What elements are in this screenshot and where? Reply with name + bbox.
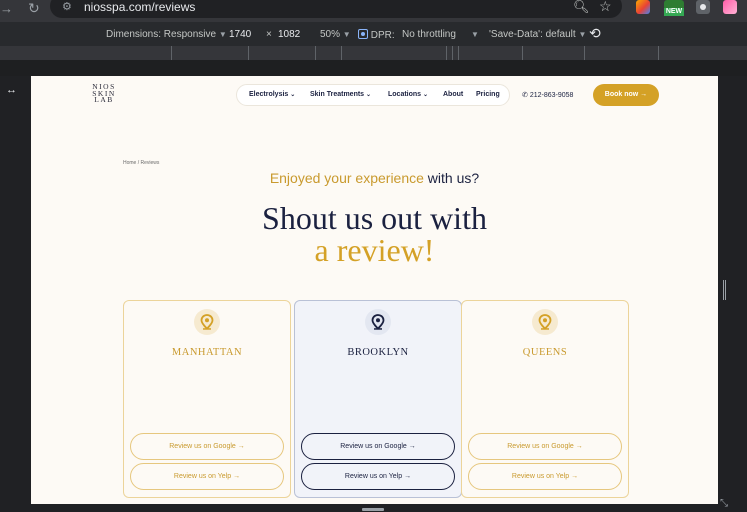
chevron-down-icon: ⌄ [290, 92, 296, 98]
url-text[interactable]: niosspa.com/reviews [84, 0, 195, 14]
review-yelp-button[interactable]: Review us on Yelp → [130, 463, 284, 490]
page-title-line2: a review! [314, 232, 435, 268]
caret-down-icon: ▼ [578, 30, 587, 39]
nav-electrolysis[interactable]: Electrolysis ⌄ [249, 91, 295, 98]
review-google-button[interactable]: Review us on Google → [301, 433, 455, 460]
forward-arrow-icon[interactable]: → [0, 1, 13, 16]
main-nav: Electrolysis ⌄ Skin Treatments ⌄ Locatio… [236, 84, 510, 106]
caret-down-icon: ▼ [342, 30, 351, 39]
dpr-icon [358, 29, 368, 39]
zoom-icon[interactable]: 🔍︎ [573, 0, 590, 15]
logo-line: LAB [94, 95, 114, 104]
site-info-icon[interactable]: ⚙ [62, 0, 72, 13]
times-symbol: × [266, 29, 272, 40]
omnibox[interactable]: ⚙ niosspa.com/reviews 🔍︎ ☆ [50, 0, 622, 18]
breadcrumb[interactable]: Home / Reviews [123, 160, 159, 166]
dpr-control[interactable]: DPR: [358, 29, 395, 41]
extension-icon[interactable] [723, 0, 737, 14]
resize-horizontal-icon[interactable]: ↔ [6, 84, 17, 96]
rotate-icon[interactable]: ⟲ [589, 25, 601, 42]
dimensions-label: Dimensions: Responsive [106, 29, 217, 40]
location-card-queens: QUEENS Review us on Google → Review us o… [461, 300, 629, 498]
location-card-manhattan: MANHATTAN Review us on Google → Review u… [123, 300, 291, 498]
ruler-tick [522, 46, 523, 60]
throttling-select[interactable]: No throttling [402, 29, 456, 40]
dpr-label: DPR: [370, 30, 395, 41]
book-now-button[interactable]: Book now → [593, 84, 659, 106]
review-google-button[interactable]: Review us on Google → [468, 433, 622, 460]
resize-handle-right[interactable] [723, 280, 726, 300]
phone-icon: ✆ [522, 92, 528, 99]
ruler-tick [171, 46, 172, 60]
height-input[interactable]: 1082 [278, 29, 300, 40]
save-data-label: 'Save-Data': default [489, 29, 576, 40]
ruler-tick [341, 46, 342, 60]
review-yelp-button[interactable]: Review us on Yelp → [468, 463, 622, 490]
resize-handle-bottom[interactable] [362, 508, 384, 511]
ruler-tick [658, 46, 659, 60]
city-name: BROOKLYN [347, 347, 409, 358]
page-kicker: Enjoyed your experience with us? [31, 170, 718, 186]
dimensions-select[interactable]: Dimensions: Responsive ▼ [106, 29, 227, 40]
browser-address-bar: → ↻ ⚙ niosspa.com/reviews 🔍︎ ☆ NEW [0, 0, 747, 22]
phone-link[interactable]: ✆ 212-863-9058 [522, 91, 573, 99]
extension-icon[interactable] [696, 0, 710, 14]
reload-icon[interactable]: ↻ [28, 0, 40, 17]
ruler-tick [584, 46, 585, 60]
location-card-brooklyn: BROOKLYN Review us on Google → Review us… [294, 300, 462, 498]
city-name: QUEENS [522, 347, 568, 358]
review-yelp-button[interactable]: Review us on Yelp → [301, 463, 455, 490]
nios-logo[interactable]: NIOS SKIN LAB [89, 83, 119, 104]
location-pin-icon [365, 309, 391, 335]
location-pin-icon [532, 309, 558, 335]
ruler-tick [446, 46, 447, 60]
new-badge: NEW [664, 8, 684, 16]
save-data-select[interactable]: 'Save-Data': default ▼ [489, 29, 586, 40]
location-pin-icon [194, 309, 220, 335]
zoom-value: 50% [320, 29, 341, 40]
device-toolbar: Dimensions: Responsive ▼ 1740 × 1082 50%… [0, 22, 747, 46]
devtools-gutter [0, 60, 747, 76]
media-query-ruler[interactable] [0, 46, 747, 60]
width-input[interactable]: 1740 [229, 29, 251, 40]
city-name: MANHATTAN [171, 347, 243, 358]
nav-locations[interactable]: Locations ⌄ [388, 91, 428, 98]
extension-icon[interactable] [636, 0, 650, 14]
caret-down-icon: ▼ [471, 30, 479, 39]
kicker-gold: Enjoyed your experience [269, 170, 424, 186]
resize-corner-icon[interactable]: ⤡ [720, 498, 728, 509]
nav-skin-treatments-label: Skin Treatments [310, 91, 365, 98]
chevron-down-icon: ⌄ [423, 92, 429, 98]
extension-new-icon[interactable]: NEW [664, 0, 684, 16]
nav-locations-label: Locations [388, 91, 422, 98]
nav-about[interactable]: About [443, 91, 463, 98]
page-viewport: NIOS SKIN LAB Electrolysis ⌄ Skin Treatm… [31, 76, 718, 504]
ruler-tick [452, 46, 453, 60]
ruler-tick [248, 46, 249, 60]
nav-skin-treatments[interactable]: Skin Treatments ⌄ [310, 91, 371, 98]
bookmark-star-icon[interactable]: ☆ [599, 0, 612, 15]
review-google-button[interactable]: Review us on Google → [130, 433, 284, 460]
kicker-dark: with us? [423, 170, 480, 186]
zoom-select[interactable]: 50% ▼ [320, 29, 351, 40]
ruler-tick [458, 46, 459, 60]
caret-down-icon: ▼ [218, 30, 227, 39]
nav-pricing[interactable]: Pricing [476, 91, 500, 98]
nav-electrolysis-label: Electrolysis [249, 91, 289, 98]
phone-number: 212-863-9058 [529, 92, 574, 99]
ruler-tick [315, 46, 316, 60]
chevron-down-icon: ⌄ [366, 92, 372, 98]
